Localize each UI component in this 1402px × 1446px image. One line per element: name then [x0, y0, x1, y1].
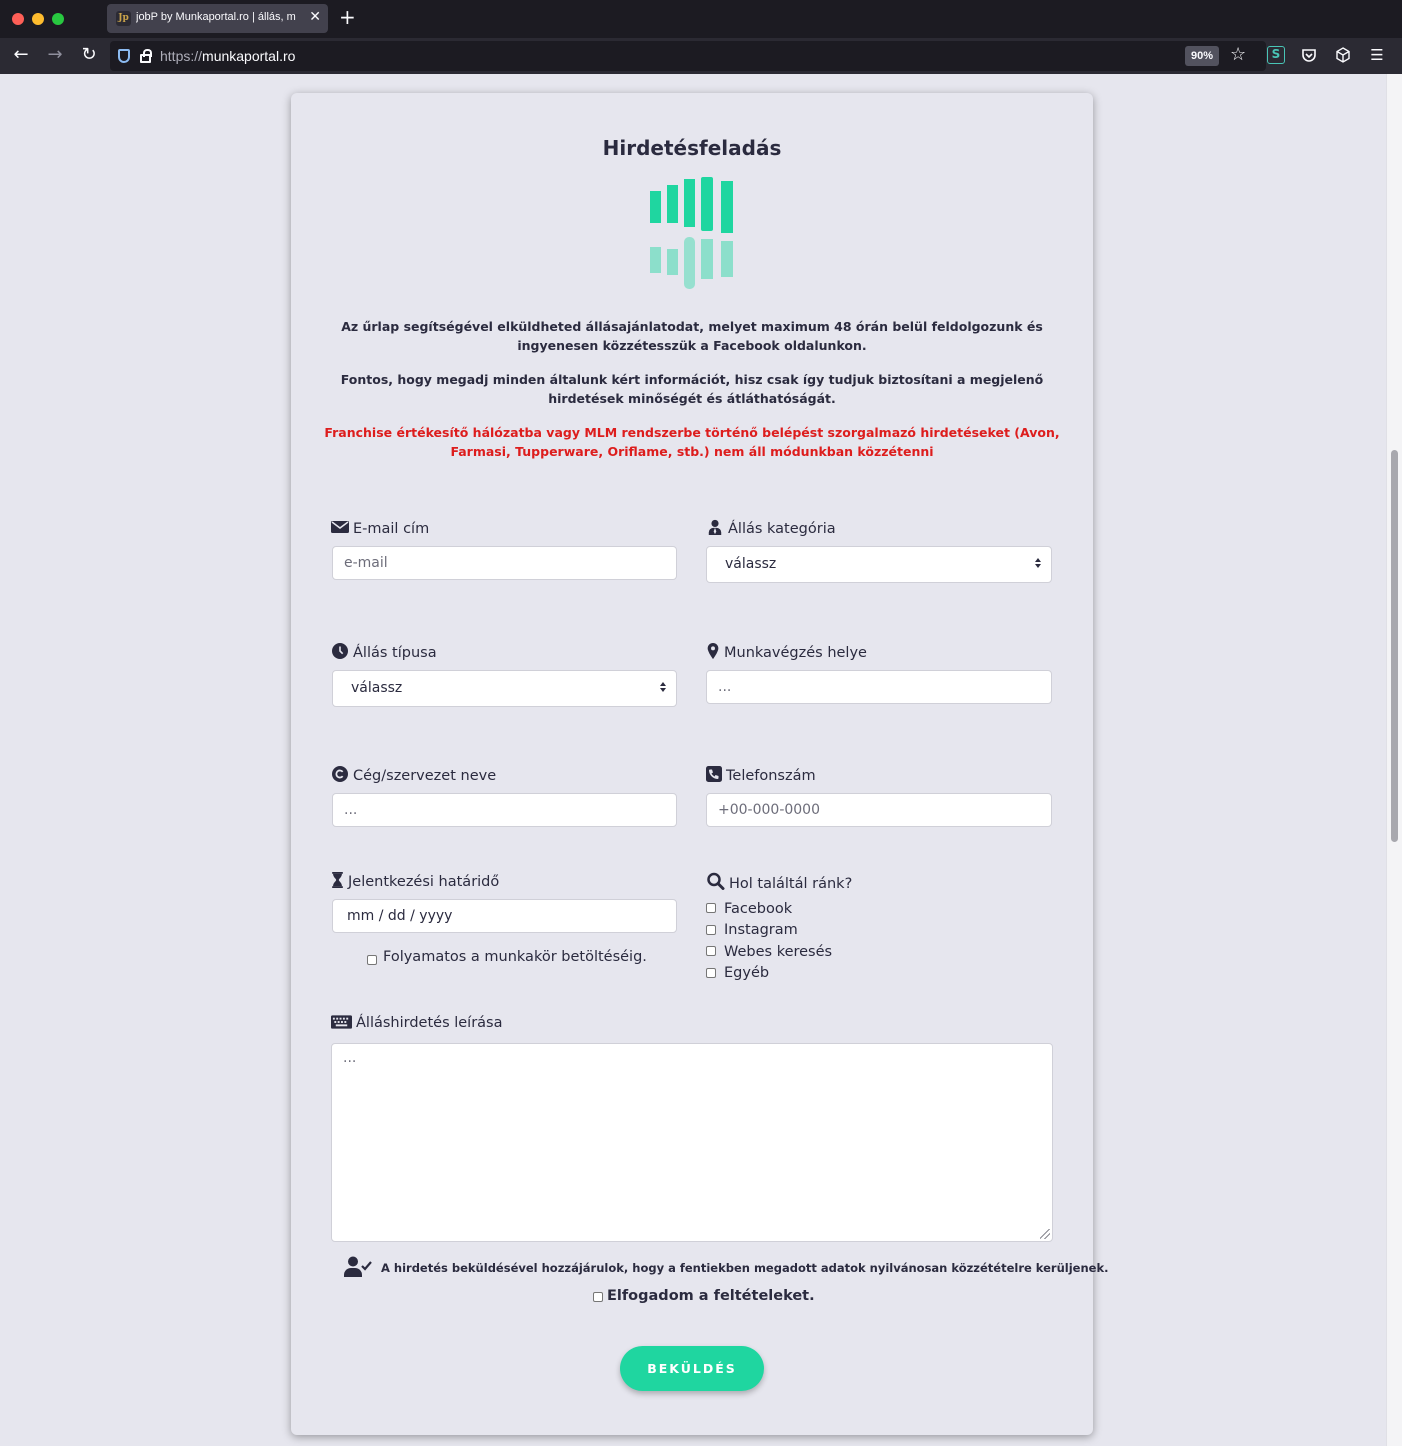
- browser-tab[interactable]: Jp jobP by Munkaportal.ro | állás, m ✕: [107, 4, 328, 33]
- minimize-window-button[interactable]: [32, 13, 44, 25]
- address-bar[interactable]: https://munkaportal.ro 90% ☆: [110, 41, 1266, 71]
- source-label: Hol találtál ránk?: [706, 872, 852, 892]
- tab-close-icon[interactable]: ✕: [309, 9, 321, 25]
- category-label: Állás kategória: [706, 519, 836, 537]
- user-tie-icon: [708, 519, 722, 535]
- zoom-indicator[interactable]: 90%: [1185, 46, 1220, 66]
- info-paragraph: Fontos, hogy megadj minden általunk kért…: [340, 372, 1044, 406]
- new-tab-button[interactable]: +: [339, 5, 356, 29]
- user-check-icon: [344, 1256, 372, 1277]
- description-placeholder: ...: [343, 1050, 357, 1066]
- location-label: Munkavégzés helye: [706, 643, 867, 661]
- job-type-select[interactable]: válassz: [332, 670, 677, 707]
- maximize-window-button[interactable]: [52, 13, 64, 25]
- warning-paragraph: Franchise értékesítő hálózatba vagy MLM …: [324, 425, 1060, 459]
- description-label: Álláshirdetés leírása: [331, 1015, 503, 1031]
- deadline-date-input[interactable]: mm / dd / yyyy: [332, 899, 677, 933]
- browser-tab-bar: Jp jobP by Munkaportal.ro | állás, m ✕ +: [0, 0, 1402, 38]
- location-input[interactable]: ...: [706, 670, 1052, 704]
- resize-handle-icon[interactable]: [1040, 1229, 1050, 1239]
- url-protocol: https://: [160, 48, 203, 64]
- reload-button[interactable]: ↻: [78, 44, 100, 65]
- tracking-protection-icon[interactable]: [118, 49, 130, 63]
- ad-submission-form: Hirdetésfeladás Az űrlap segítségével el…: [291, 93, 1108, 1435]
- job-type-label-text: Állás típusa: [353, 645, 437, 661]
- jobp-logo: [650, 177, 733, 289]
- description-label-text: Álláshirdetés leírása: [356, 1015, 503, 1031]
- scrollbar-thumb[interactable]: [1391, 450, 1398, 842]
- browser-nav-bar: ← → ↻ https://munkaportal.ro 90% ☆ S ☰: [0, 38, 1402, 74]
- source-facebook-label[interactable]: Facebook: [724, 901, 792, 917]
- category-select-value: válassz: [725, 556, 777, 572]
- source-other-label[interactable]: Egyéb: [724, 965, 769, 981]
- menu-icon[interactable]: ☰: [1368, 46, 1386, 64]
- email-label: E-mail cím: [331, 519, 429, 537]
- phone-label-text: Telefonszám: [726, 768, 816, 784]
- email-input[interactable]: e-mail: [332, 546, 677, 580]
- hourglass-icon: [332, 872, 343, 888]
- select-arrow-icon: [1035, 558, 1041, 570]
- description-textarea[interactable]: ...: [331, 1043, 1053, 1242]
- category-select[interactable]: válassz: [706, 546, 1052, 583]
- close-window-button[interactable]: [12, 13, 24, 25]
- back-button[interactable]: ←: [10, 44, 32, 65]
- copyright-icon: [332, 766, 348, 782]
- source-instagram-checkbox[interactable]: [706, 925, 716, 935]
- source-other-checkbox[interactable]: [706, 968, 716, 978]
- keyboard-icon: [331, 1015, 352, 1029]
- phone-icon: [706, 766, 722, 782]
- select-arrow-icon: [660, 682, 666, 694]
- category-label-text: Állás kategória: [728, 521, 836, 537]
- job-type-select-value: válassz: [351, 680, 403, 696]
- company-input[interactable]: ...: [332, 793, 677, 827]
- lock-icon[interactable]: [140, 49, 152, 63]
- extension-s-icon[interactable]: S: [1267, 46, 1285, 64]
- envelope-icon: [331, 521, 349, 533]
- ongoing-checkbox[interactable]: [367, 955, 377, 965]
- company-label: Cég/szervezet neve: [331, 766, 496, 784]
- source-label-text: Hol találtál ránk?: [729, 876, 853, 892]
- submit-button[interactable]: BEKÜLDÉS: [620, 1346, 764, 1391]
- phone-label: Telefonszám: [706, 766, 816, 784]
- source-web-search-checkbox[interactable]: [706, 946, 716, 956]
- source-web-search-label[interactable]: Webes keresés: [724, 944, 832, 960]
- favicon-icon: Jp: [116, 11, 131, 26]
- clock-icon: [332, 643, 348, 659]
- email-label-text: E-mail cím: [353, 521, 430, 537]
- company-label-text: Cég/szervezet neve: [353, 768, 497, 784]
- phone-input[interactable]: +00-000-0000: [706, 793, 1052, 827]
- url-host: munkaportal.ro: [202, 48, 296, 64]
- ongoing-label[interactable]: Folyamatos a munkakör betöltéséig.: [383, 949, 647, 965]
- accept-terms-checkbox[interactable]: [593, 1292, 603, 1302]
- page-scrollbar[interactable]: [1386, 74, 1402, 1446]
- pocket-icon[interactable]: [1300, 46, 1318, 64]
- page-viewport: Hirdetésfeladás Az űrlap segítségével el…: [0, 74, 1386, 1446]
- deadline-label: Jelentkezési határidő: [331, 872, 499, 890]
- tab-title: jobP by Munkaportal.ro | állás, m: [136, 11, 296, 23]
- forward-button[interactable]: →: [44, 44, 66, 65]
- deadline-label-text: Jelentkezési határidő: [348, 874, 500, 890]
- location-label-text: Munkavégzés helye: [724, 645, 867, 661]
- extensions-icon[interactable]: [1334, 46, 1352, 64]
- map-marker-icon: [707, 643, 719, 659]
- job-type-label: Állás típusa: [331, 643, 437, 661]
- consent-text: A hirdetés beküldésével hozzájárulok, ho…: [381, 1261, 1109, 1275]
- page-title: Hirdetésfeladás: [602, 136, 782, 160]
- source-instagram-label[interactable]: Instagram: [724, 922, 798, 938]
- intro-paragraph: Az űrlap segítségével elküldheted állása…: [341, 319, 1043, 353]
- bookmark-star-icon[interactable]: ☆: [1230, 44, 1246, 65]
- accept-terms-label[interactable]: Elfogadom a feltételeket.: [607, 1288, 815, 1304]
- url-text[interactable]: https://munkaportal.ro: [160, 48, 295, 64]
- search-icon: [707, 872, 725, 890]
- source-facebook-checkbox[interactable]: [706, 903, 716, 913]
